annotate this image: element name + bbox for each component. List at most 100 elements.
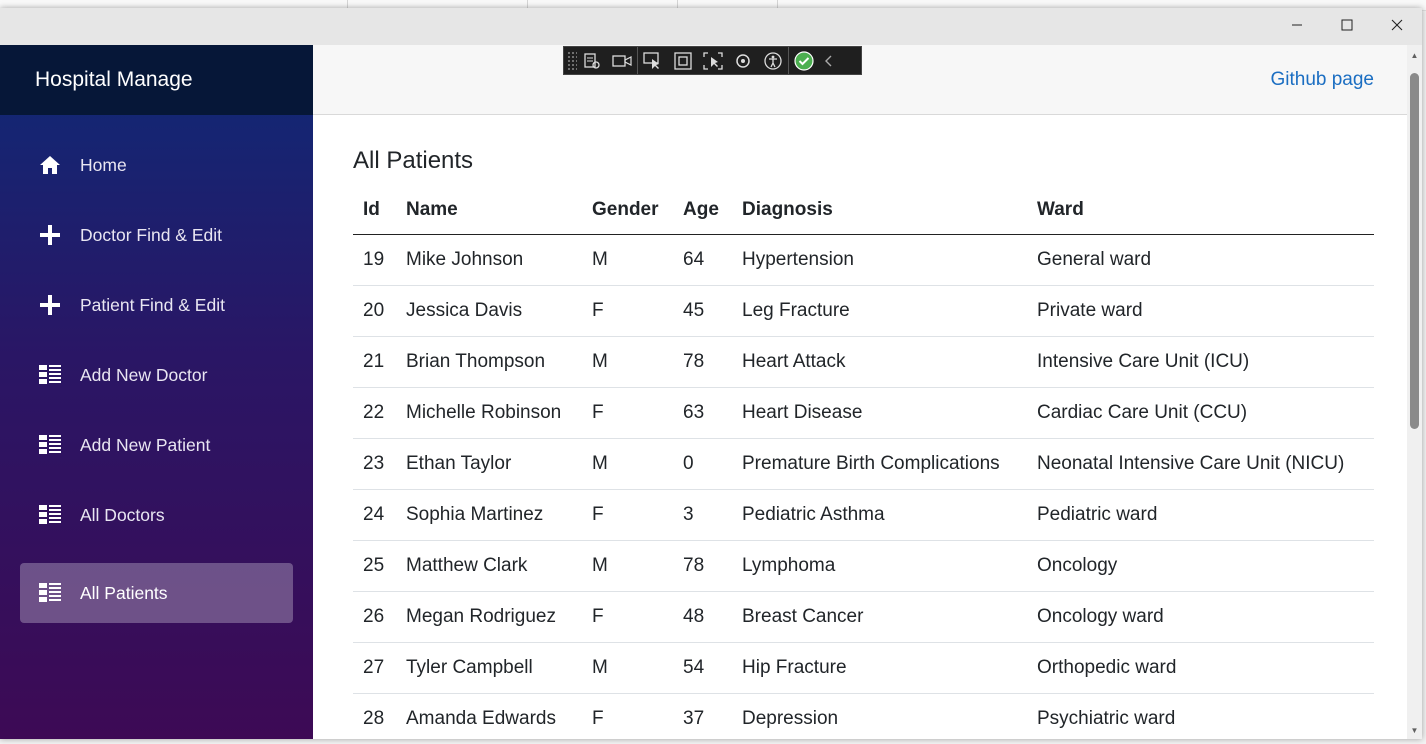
sidebar-item-all-patients[interactable]: All Patients: [20, 563, 293, 623]
cell-id: 28: [353, 693, 396, 739]
cell-id: 21: [353, 336, 396, 388]
table-header-row: Id Name Gender Age Diagnosis Ward: [353, 185, 1374, 235]
cell-diagnosis: Lymphoma: [732, 540, 1027, 592]
cell-ward: Oncology: [1027, 540, 1374, 592]
plus-icon: [39, 294, 61, 316]
cell-name: Amanda Edwards: [396, 693, 582, 739]
sidebar-item-add-new-doctor[interactable]: Add New Doctor: [20, 345, 293, 405]
cell-ward: Neonatal Intensive Care Unit (NICU): [1027, 438, 1374, 490]
select-element-icon[interactable]: [637, 47, 668, 74]
column-header-diagnosis: Diagnosis: [732, 185, 1027, 235]
cell-gender: F: [582, 693, 673, 739]
check-icon[interactable]: [788, 47, 819, 74]
table-row: 28 Amanda Edwards F 37 Depression Psychiatric…: [353, 693, 1374, 739]
display-layout-adorners-icon[interactable]: [668, 47, 698, 74]
cell-id: 24: [353, 489, 396, 541]
vertical-scrollbar[interactable]: ▲ ▼: [1407, 45, 1422, 739]
sidebar-item-doctor-find-edit[interactable]: Doctor Find & Edit: [20, 205, 293, 265]
cell-age: 0: [673, 438, 732, 490]
cell-id: 23: [353, 438, 396, 490]
list-icon: [39, 504, 61, 526]
close-button[interactable]: [1372, 8, 1422, 42]
table-row: 22 Michelle Robinson F 63 Heart Disease Cardi…: [353, 387, 1374, 439]
cell-diagnosis: Leg Fracture: [732, 285, 1027, 337]
sidebar-item-home[interactable]: Home: [20, 135, 293, 195]
cell-age: 37: [673, 693, 732, 739]
sidebar-item-label: Doctor Find & Edit: [80, 224, 222, 245]
cell-diagnosis: Depression: [732, 693, 1027, 739]
minimize-button[interactable]: [1272, 8, 1322, 42]
cell-id: 26: [353, 591, 396, 643]
cell-gender: M: [582, 336, 673, 388]
xaml-debug-toolbar: [563, 46, 862, 75]
column-header-ward: Ward: [1027, 185, 1374, 235]
hot-reload-icon[interactable]: [728, 47, 758, 74]
cell-diagnosis: Heart Attack: [732, 336, 1027, 388]
scroll-down-arrow-icon[interactable]: ▼: [1410, 726, 1419, 735]
cell-diagnosis: Heart Disease: [732, 387, 1027, 439]
cell-gender: M: [582, 438, 673, 490]
table-row: 24 Sophia Martinez F 3 Pediatric Asthma Pedia…: [353, 489, 1374, 541]
toolbar-grip[interactable]: [567, 50, 577, 71]
github-page-link[interactable]: Github page: [1270, 69, 1374, 91]
main-content: Github page All Patients Id Name Gender …: [313, 45, 1407, 739]
live-visual-tree-icon[interactable]: [577, 47, 607, 74]
sidebar: Hospital Manage Home Doctor Find & Edit …: [0, 45, 313, 739]
minimize-icon: [1292, 24, 1302, 26]
sidebar-item-label: Patient Find & Edit: [80, 294, 225, 315]
cell-age: 45: [673, 285, 732, 337]
cell-name: Mike Johnson: [396, 234, 582, 286]
collapse-icon[interactable]: [819, 47, 839, 74]
cell-name: Brian Thompson: [396, 336, 582, 388]
table-row: 19 Mike Johnson M 64 Hypertension General war…: [353, 234, 1374, 286]
cell-age: 78: [673, 540, 732, 592]
cell-id: 25: [353, 540, 396, 592]
scroll-up-arrow-icon[interactable]: ▲: [1410, 51, 1419, 60]
list-icon: [39, 434, 61, 456]
cell-diagnosis: Hypertension: [732, 234, 1027, 286]
track-focus-icon[interactable]: [698, 47, 728, 74]
cell-name: Jessica Davis: [396, 285, 582, 337]
background-footer: [0, 739, 1426, 744]
cell-name: Ethan Taylor: [396, 438, 582, 490]
sidebar-item-add-new-patient[interactable]: Add New Patient: [20, 415, 293, 475]
patients-table: Id Name Gender Age Diagnosis Ward 19 Mike…: [353, 185, 1374, 739]
sidebar-item-all-doctors[interactable]: All Doctors: [20, 485, 293, 545]
cell-gender: M: [582, 642, 673, 694]
cell-name: Megan Rodriguez: [396, 591, 582, 643]
accessibility-icon[interactable]: [758, 47, 788, 74]
cell-diagnosis: Pediatric Asthma: [732, 489, 1027, 541]
sidebar-item-label: Home: [80, 154, 127, 175]
scroll-thumb[interactable]: [1410, 73, 1419, 429]
maximize-button[interactable]: [1322, 8, 1372, 42]
cell-diagnosis: Premature Birth Complications: [732, 438, 1027, 490]
close-icon: [1391, 19, 1403, 31]
cell-ward: General ward: [1027, 234, 1374, 286]
record-icon[interactable]: [607, 47, 637, 74]
brand-title[interactable]: Hospital Manage: [0, 45, 313, 115]
cell-age: 63: [673, 387, 732, 439]
plus-icon: [39, 224, 61, 246]
list-icon: [39, 582, 61, 604]
sidebar-item-label: Add New Patient: [80, 434, 211, 455]
cell-ward: Psychiatric ward: [1027, 693, 1374, 739]
top-row: Github page: [313, 45, 1407, 115]
cell-ward: Orthopedic ward: [1027, 642, 1374, 694]
cell-name: Michelle Robinson: [396, 387, 582, 439]
table-body: 19 Mike Johnson M 64 Hypertension General war…: [353, 234, 1374, 739]
sidebar-item-label: All Doctors: [80, 504, 165, 525]
cell-ward: Pediatric ward: [1027, 489, 1374, 541]
cell-id: 22: [353, 387, 396, 439]
table-row: 27 Tyler Campbell M 54 Hip Fracture Orthopedi…: [353, 642, 1374, 694]
table-row: 25 Matthew Clark M 78 Lymphoma Oncology: [353, 540, 1374, 592]
sidebar-item-label: Add New Doctor: [80, 364, 208, 385]
cell-diagnosis: Hip Fracture: [732, 642, 1027, 694]
app-window: Hospital Manage Home Doctor Find & Edit …: [0, 8, 1422, 739]
table-row: 20 Jessica Davis F 45 Leg Fracture Private wa…: [353, 285, 1374, 337]
sidebar-item-patient-find-edit[interactable]: Patient Find & Edit: [20, 275, 293, 335]
cell-id: 20: [353, 285, 396, 337]
column-header-id: Id: [353, 185, 396, 235]
cell-age: 54: [673, 642, 732, 694]
table-row: 21 Brian Thompson M 78 Heart Attack Intensive…: [353, 336, 1374, 388]
cell-ward: Intensive Care Unit (ICU): [1027, 336, 1374, 388]
